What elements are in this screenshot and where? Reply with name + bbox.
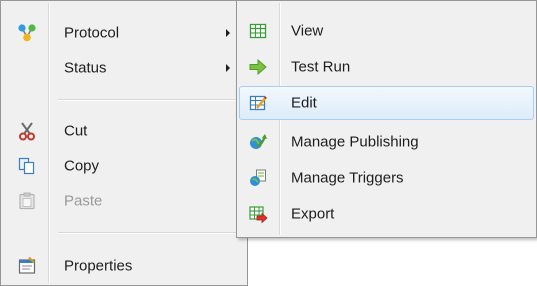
menu-item-label: Protocol xyxy=(64,24,120,42)
menu-item-label: Export xyxy=(291,205,335,223)
menu-item-copy[interactable]: Copy xyxy=(3,149,245,183)
context-menu: Protocol Status Cut Copy Paste Propertie… xyxy=(0,0,248,286)
menu-item-status[interactable]: Status xyxy=(3,51,245,85)
menu-separator xyxy=(58,99,243,100)
paste-icon xyxy=(17,191,37,211)
submenu-item-export[interactable]: Export xyxy=(239,197,534,231)
menu-item-paste[interactable]: Paste xyxy=(3,184,245,218)
submenu-item-view[interactable]: View xyxy=(239,14,534,48)
export-icon xyxy=(248,204,268,224)
publishing-icon xyxy=(248,132,268,152)
scissors-icon xyxy=(17,121,37,141)
menu-item-label: Manage Publishing xyxy=(291,133,419,151)
menu-item-label: Properties xyxy=(64,257,133,275)
copy-icon xyxy=(17,156,37,176)
menu-item-label: Cut xyxy=(64,122,88,140)
submenu-item-manage-publishing[interactable]: Manage Publishing xyxy=(239,125,534,159)
submenu-item-test-run[interactable]: Test Run xyxy=(239,50,534,84)
protocol-submenu: View Test Run Edit Manage Publishing Man… xyxy=(236,0,537,238)
submenu-arrow-icon xyxy=(226,64,230,72)
arrow-right-icon xyxy=(248,57,268,77)
menu-item-properties[interactable]: Properties xyxy=(3,249,245,283)
menu-item-label: Copy xyxy=(64,157,100,175)
properties-icon xyxy=(17,256,37,276)
triggers-icon xyxy=(248,168,268,188)
menu-item-label: Manage Triggers xyxy=(291,169,404,187)
grid-view-icon xyxy=(248,21,268,41)
menu-item-label: Paste xyxy=(64,192,103,210)
menu-item-label: Status xyxy=(64,59,107,77)
submenu-item-edit[interactable]: Edit xyxy=(239,86,534,120)
submenu-arrow-icon xyxy=(226,29,230,37)
menu-item-label: View xyxy=(291,22,324,40)
menu-separator xyxy=(58,232,243,233)
submenu-item-manage-triggers[interactable]: Manage Triggers xyxy=(239,161,534,195)
menu-item-cut[interactable]: Cut xyxy=(3,114,245,148)
menu-item-label: Test Run xyxy=(291,58,351,76)
edit-table-icon xyxy=(248,93,268,113)
menu-item-protocol[interactable]: Protocol xyxy=(3,16,245,50)
protocol-icon xyxy=(17,23,37,43)
menu-item-label: Edit xyxy=(291,94,317,112)
